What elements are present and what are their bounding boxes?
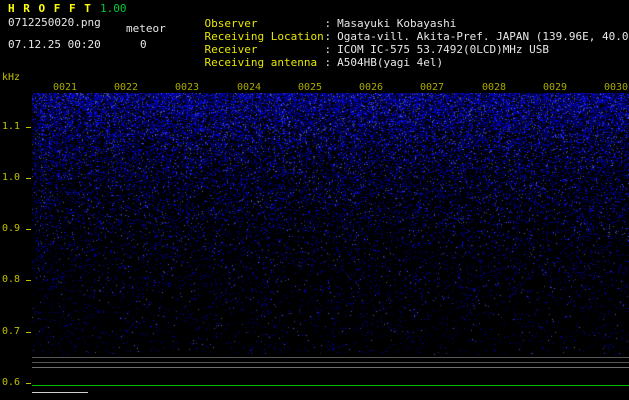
y-axis-tick [26,280,31,281]
mode-label: meteor [126,22,166,35]
noise-floor-trace [32,385,629,386]
timestamp: 07.12.25 00:20 [8,38,101,51]
y-axis-tick [26,127,31,128]
y-axis-tick [26,332,31,333]
level-grid-line [32,367,629,368]
meteor-count: 0 [140,38,147,51]
spectrogram-noise-canvas [32,93,629,355]
output-filename: 0712250020.png [8,16,101,29]
level-grid-line [32,362,629,363]
freq-label: 1.1 [2,121,21,132]
app-version: 1.00 [100,2,127,15]
info-row-antenna: Receiving antenna: A504HB(yagi 4el) [178,45,444,81]
y-axis-tick [26,229,31,230]
info-separator: : [324,56,332,69]
info-value: A504HB(yagi 4el) [337,56,444,69]
freq-label: 0.6 [2,377,21,388]
y-axis-tick [26,383,31,384]
y-axis-tick [26,178,31,179]
freq-label: 1.0 [2,172,21,183]
y-axis-unit-label: kHz [2,72,21,83]
info-label: Receiving antenna [204,56,318,69]
freq-label: 0.9 [2,223,21,234]
freq-label: 0.7 [2,326,21,337]
hrofft-screen: H R O F F T 1.00 0712250020.png meteor 0… [0,0,629,400]
freq-label: 0.8 [2,274,21,285]
level-grid-line [32,357,629,358]
app-title: H R O F F T [8,2,92,15]
signal-trace-segment [32,392,88,393]
